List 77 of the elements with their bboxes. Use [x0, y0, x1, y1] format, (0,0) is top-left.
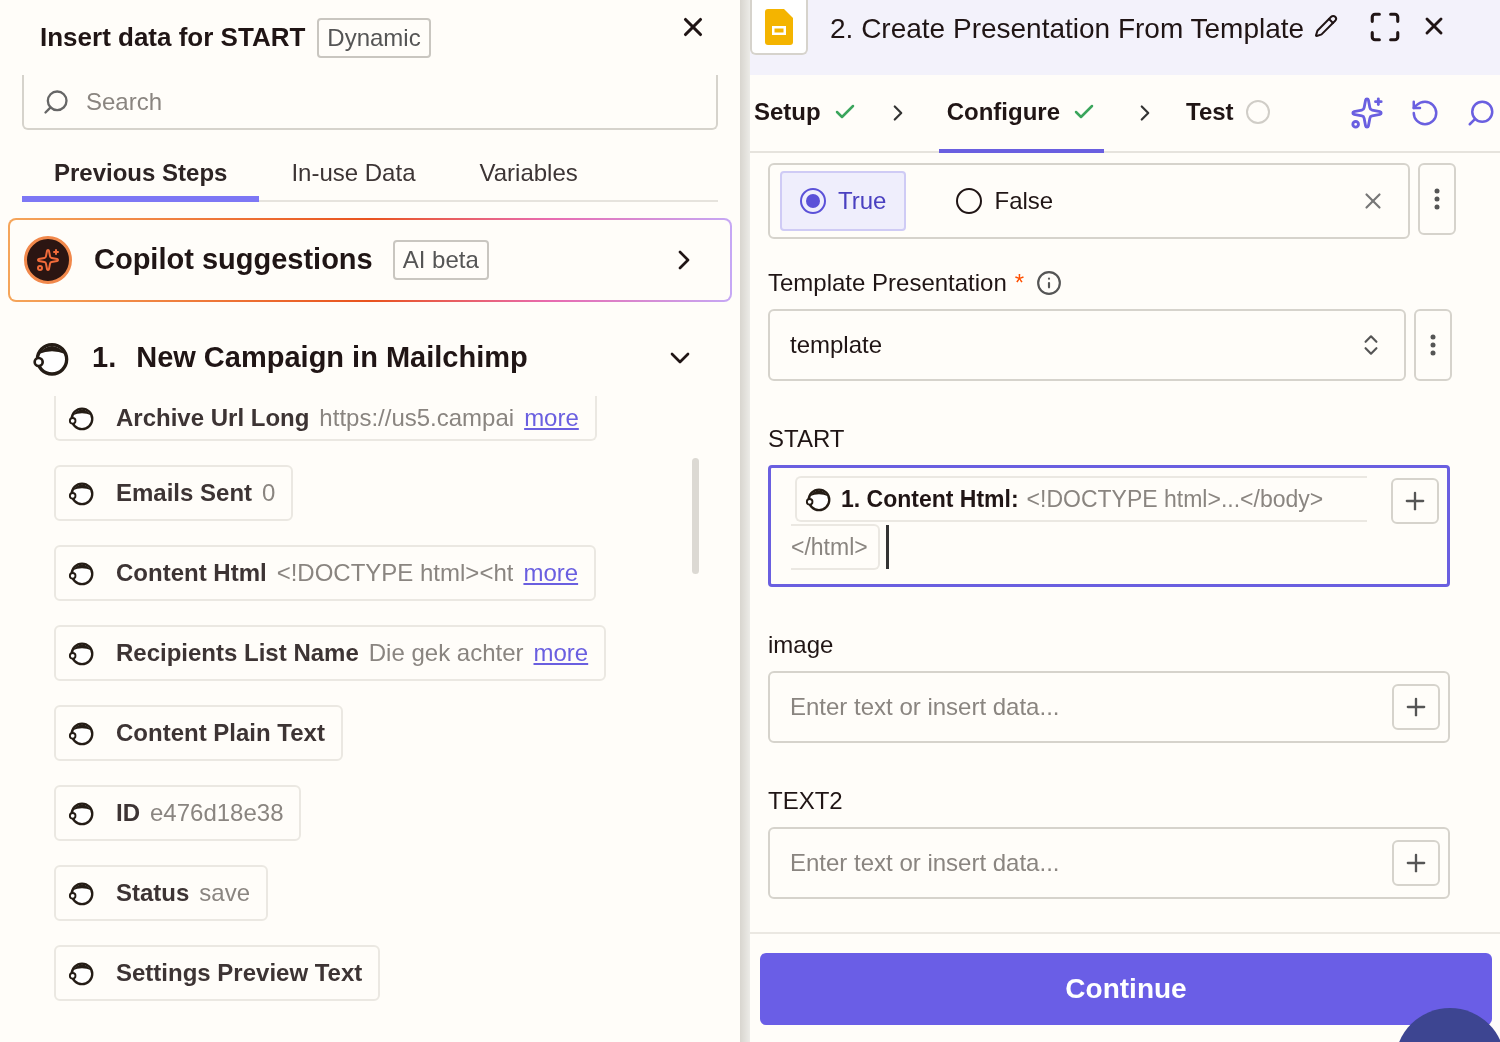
field-label: image — [768, 630, 834, 660]
tab[interactable]: Previous Steps — [22, 150, 260, 202]
field-label: Archive Url Long — [116, 402, 310, 433]
step-title: 2. Create Presentation From Template — [830, 12, 1305, 46]
field-label: Emails Sent — [116, 478, 253, 508]
sparkles-icon — [1350, 96, 1384, 130]
dynamic-badge: Dynamic — [317, 17, 431, 58]
panel-title: Insert data for START — [40, 21, 306, 54]
field-label: Template Presentation — [768, 268, 1007, 298]
copilot-icon — [24, 236, 72, 284]
step-title: New Campaign in Mailchimp — [136, 340, 528, 376]
ai-beta-badge: AI beta — [392, 240, 489, 280]
undo-icon — [1410, 98, 1440, 128]
tab[interactable]: In-use Data — [259, 150, 448, 202]
text-input[interactable]: Enter text or insert data... — [790, 689, 1392, 725]
data-field-chip[interactable]: Archive Url Long https://us5.campai more — [54, 396, 597, 441]
data-field-chip[interactable]: ID e476d18e38 — [54, 785, 302, 841]
field-label: Content Plain Text — [116, 718, 325, 748]
field-value: save — [199, 878, 251, 908]
step-tab[interactable]: Configure — [938, 75, 1104, 153]
edit-button[interactable] — [1314, 14, 1339, 38]
text-input-field[interactable]: Enter text or insert data... — [768, 671, 1450, 743]
data-field-chip[interactable]: Content Plain Text — [54, 705, 343, 761]
document-icon — [765, 8, 793, 45]
step-tab[interactable]: Setup — [754, 75, 857, 153]
search-icon — [42, 87, 70, 116]
token-input-field[interactable]: 1. Content Html: <!DOCTYPE html>...</body> </html> — [768, 465, 1450, 587]
field-label: ID — [116, 798, 140, 828]
continue-button[interactable]: Continue — [760, 953, 1492, 1025]
data-field-chip[interactable]: Emails Sent 0 — [54, 465, 294, 521]
radio-option[interactable]: True — [780, 171, 907, 231]
insert-data-button[interactable] — [1392, 684, 1440, 730]
more-vertical-icon — [1434, 188, 1440, 210]
tab[interactable]: Variables — [447, 150, 610, 202]
more-link[interactable]: more — [524, 399, 579, 436]
more-link[interactable]: more — [533, 635, 589, 671]
copilot-title: Copilot suggestions — [94, 242, 373, 278]
step-tab[interactable]: Test — [1186, 75, 1270, 153]
insert-data-button[interactable] — [1392, 840, 1440, 886]
field-label: Recipients List Name — [116, 638, 359, 668]
data-field-chip[interactable]: Recipients List Name Die gek achter more — [54, 625, 607, 681]
search-input[interactable]: Search — [86, 83, 716, 120]
required-asterisk: * — [1014, 268, 1025, 298]
data-field-chip[interactable]: Status save — [54, 865, 269, 921]
search-field[interactable]: Search — [22, 75, 718, 130]
data-token[interactable]: 1. Content Html: <!DOCTYPE html>...</body> — [795, 476, 1367, 522]
search-button[interactable] — [1466, 98, 1496, 128]
scrollbar[interactable] — [692, 458, 699, 574]
field-label: START — [768, 424, 845, 454]
data-field-chip[interactable]: Settings Preview Text — [54, 945, 381, 1001]
field-label: TEXT2 — [768, 786, 843, 816]
info-icon — [1036, 270, 1063, 296]
field-value: <!DOCTYPE html><ht — [276, 558, 514, 588]
field-value: e476d18e38 — [150, 798, 284, 828]
field-value: Die gek achter — [368, 638, 524, 668]
sparkles-button[interactable] — [1350, 96, 1384, 130]
field-value: 0 — [262, 478, 276, 508]
text-input[interactable]: Enter text or insert data... — [790, 845, 1392, 881]
select-field[interactable]: template — [768, 309, 1406, 381]
data-token-end[interactable]: </html> — [791, 524, 880, 570]
data-field-chip[interactable]: Content Html <!DOCTYPE html><ht more — [54, 545, 597, 601]
radio-option[interactable]: False — [936, 171, 1074, 231]
field-label: Content Html — [116, 558, 267, 588]
text-input-field[interactable]: Enter text or insert data... — [768, 827, 1450, 899]
more-vertical-icon — [1430, 334, 1436, 356]
step-number: 1. — [92, 340, 117, 376]
field-label: Settings Preview Text — [116, 958, 363, 988]
text-cursor — [885, 525, 889, 569]
search-icon — [1466, 98, 1496, 128]
field-value: https://us5.campai — [319, 402, 515, 433]
undo-button[interactable] — [1410, 98, 1440, 128]
copilot-card[interactable]: Copilot suggestions AI beta — [8, 218, 732, 302]
pencil-icon — [1314, 14, 1339, 38]
step-header[interactable]: 1. New Campaign in Mailchimp — [0, 330, 740, 386]
field-label: Status — [116, 878, 190, 908]
more-link[interactable]: more — [523, 555, 579, 591]
insert-data-button[interactable] — [1391, 478, 1439, 524]
